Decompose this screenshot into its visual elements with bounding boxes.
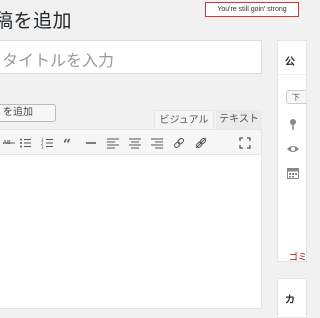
- add-media-label: を追加: [3, 107, 33, 118]
- post-title-input[interactable]: タイトルを入力: [0, 40, 262, 74]
- horizontal-rule-icon[interactable]: [83, 135, 99, 151]
- svg-text:ᴬᴮ: ᴬᴮ: [3, 140, 11, 149]
- fullscreen-icon[interactable]: [237, 135, 253, 151]
- tab-text[interactable]: テキスト: [216, 110, 262, 129]
- divider: [278, 74, 306, 75]
- post-title-placeholder: タイトルを入力: [2, 51, 115, 70]
- editor-toolbar: ᴬᴮ 123 “: [0, 129, 262, 155]
- numbered-list-icon[interactable]: 123: [39, 135, 55, 151]
- tab-visual[interactable]: ビジュアル: [154, 110, 214, 129]
- strikethrough-icon[interactable]: ᴬᴮ: [1, 135, 17, 151]
- categories-panel: カ: [277, 278, 307, 318]
- publish-panel-title: 公: [285, 57, 295, 68]
- categories-panel-title: カ: [285, 295, 295, 306]
- blockquote-icon[interactable]: “: [61, 135, 77, 151]
- calendar-icon: [287, 168, 299, 179]
- page-title: 稿を追加: [0, 10, 73, 32]
- notice-banner: You're still goin' strong: [205, 2, 299, 17]
- editor-content-area[interactable]: [0, 129, 262, 309]
- bulleted-list-icon[interactable]: [17, 135, 33, 151]
- remove-link-icon[interactable]: [193, 135, 209, 151]
- svg-text:3: 3: [41, 145, 44, 149]
- align-center-icon[interactable]: [127, 135, 143, 151]
- align-left-icon[interactable]: [105, 135, 121, 151]
- align-right-icon[interactable]: [149, 135, 165, 151]
- save-draft-button[interactable]: 下: [286, 90, 306, 104]
- eye-icon: [287, 146, 299, 152]
- publish-panel: 公 下 ゴミ: [277, 40, 307, 262]
- pin-icon: [290, 119, 296, 130]
- move-to-trash-link[interactable]: ゴミ: [289, 250, 306, 261]
- add-media-button[interactable]: を追加: [0, 104, 56, 122]
- insert-link-icon[interactable]: [171, 135, 187, 151]
- svg-text:“: “: [63, 137, 71, 149]
